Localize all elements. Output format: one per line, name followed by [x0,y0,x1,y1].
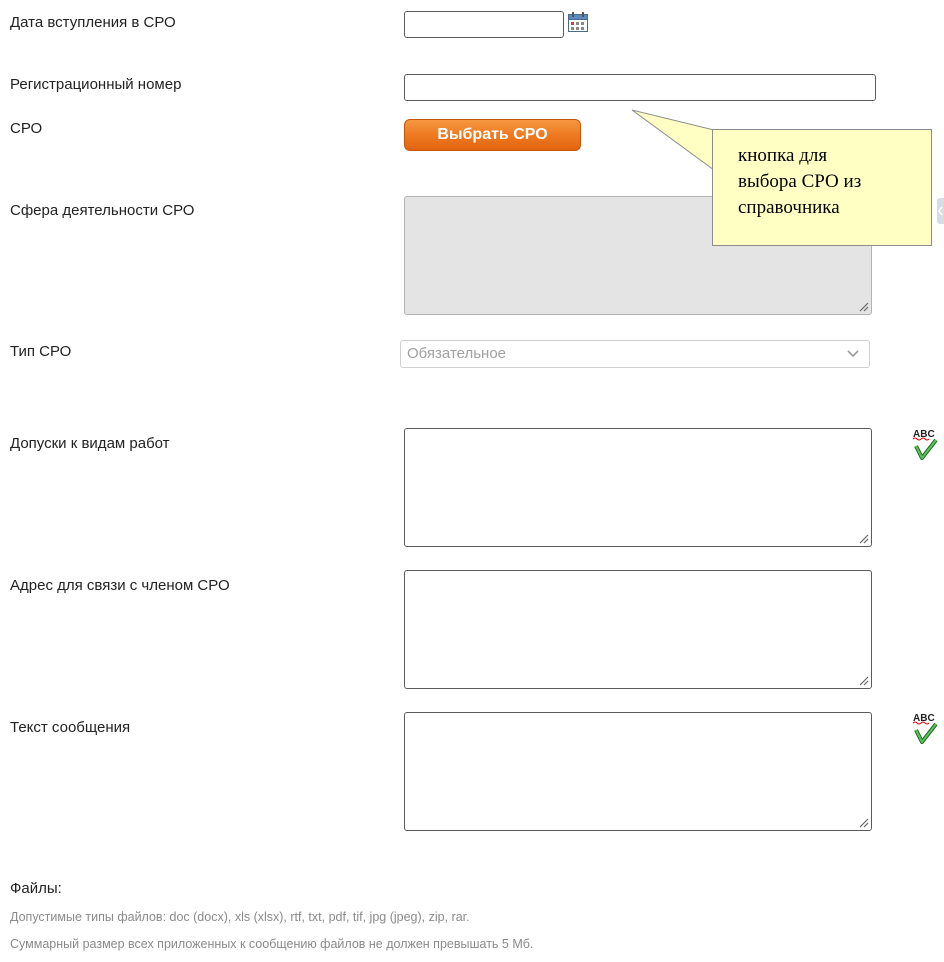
side-scroll-tab[interactable] [937,198,944,224]
contact-address-label: Адрес для связи с членом СРО [10,577,230,594]
callout-line-2: выбора СРО из [738,171,862,192]
files-allowed-types: Допустимые типы файлов: doc (docx), xls … [10,910,470,924]
message-text-textarea[interactable] [404,712,872,831]
join-date-label: Дата вступления в СРО [10,14,176,31]
resize-grip-icon[interactable] [857,816,869,828]
sro-type-select[interactable]: Обязательное [400,340,870,368]
select-sro-button[interactable]: Выбрать СРО [404,119,581,151]
contact-address-textarea[interactable] [404,570,872,689]
reg-number-label: Регистрационный номер [10,76,182,93]
callout-line-1: кнопка для [738,145,828,166]
resize-grip-icon[interactable] [857,674,869,686]
join-date-input[interactable] [404,11,564,38]
sro-type-selected-value: Обязательное [407,345,507,362]
message-text-label: Текст сообщения [10,719,131,736]
sro-type-label: Тип СРО [10,343,72,360]
activity-sphere-label: Сфера деятельности СРО [10,202,195,219]
resize-grip-icon[interactable] [857,532,869,544]
files-title: Файлы: [10,880,62,897]
spellcheck-abc-icon[interactable]: ABC [910,710,938,746]
calendar-icon[interactable] [567,11,589,33]
sro-label: СРО [10,120,43,137]
files-size-limit: Суммарный размер всех приложенных к сооб… [10,937,534,951]
chevron-down-icon [847,350,859,358]
work-permits-textarea[interactable] [404,428,872,547]
work-permits-label: Допуски к видам работ [10,435,170,452]
spellcheck-abc-icon[interactable]: ABC [910,426,938,462]
callout-tooltip: кнопка для выбора СРО из справочника [712,129,932,246]
resize-grip-icon[interactable] [857,300,869,312]
callout-line-3: справочника [738,197,840,218]
reg-number-input[interactable] [404,74,876,101]
